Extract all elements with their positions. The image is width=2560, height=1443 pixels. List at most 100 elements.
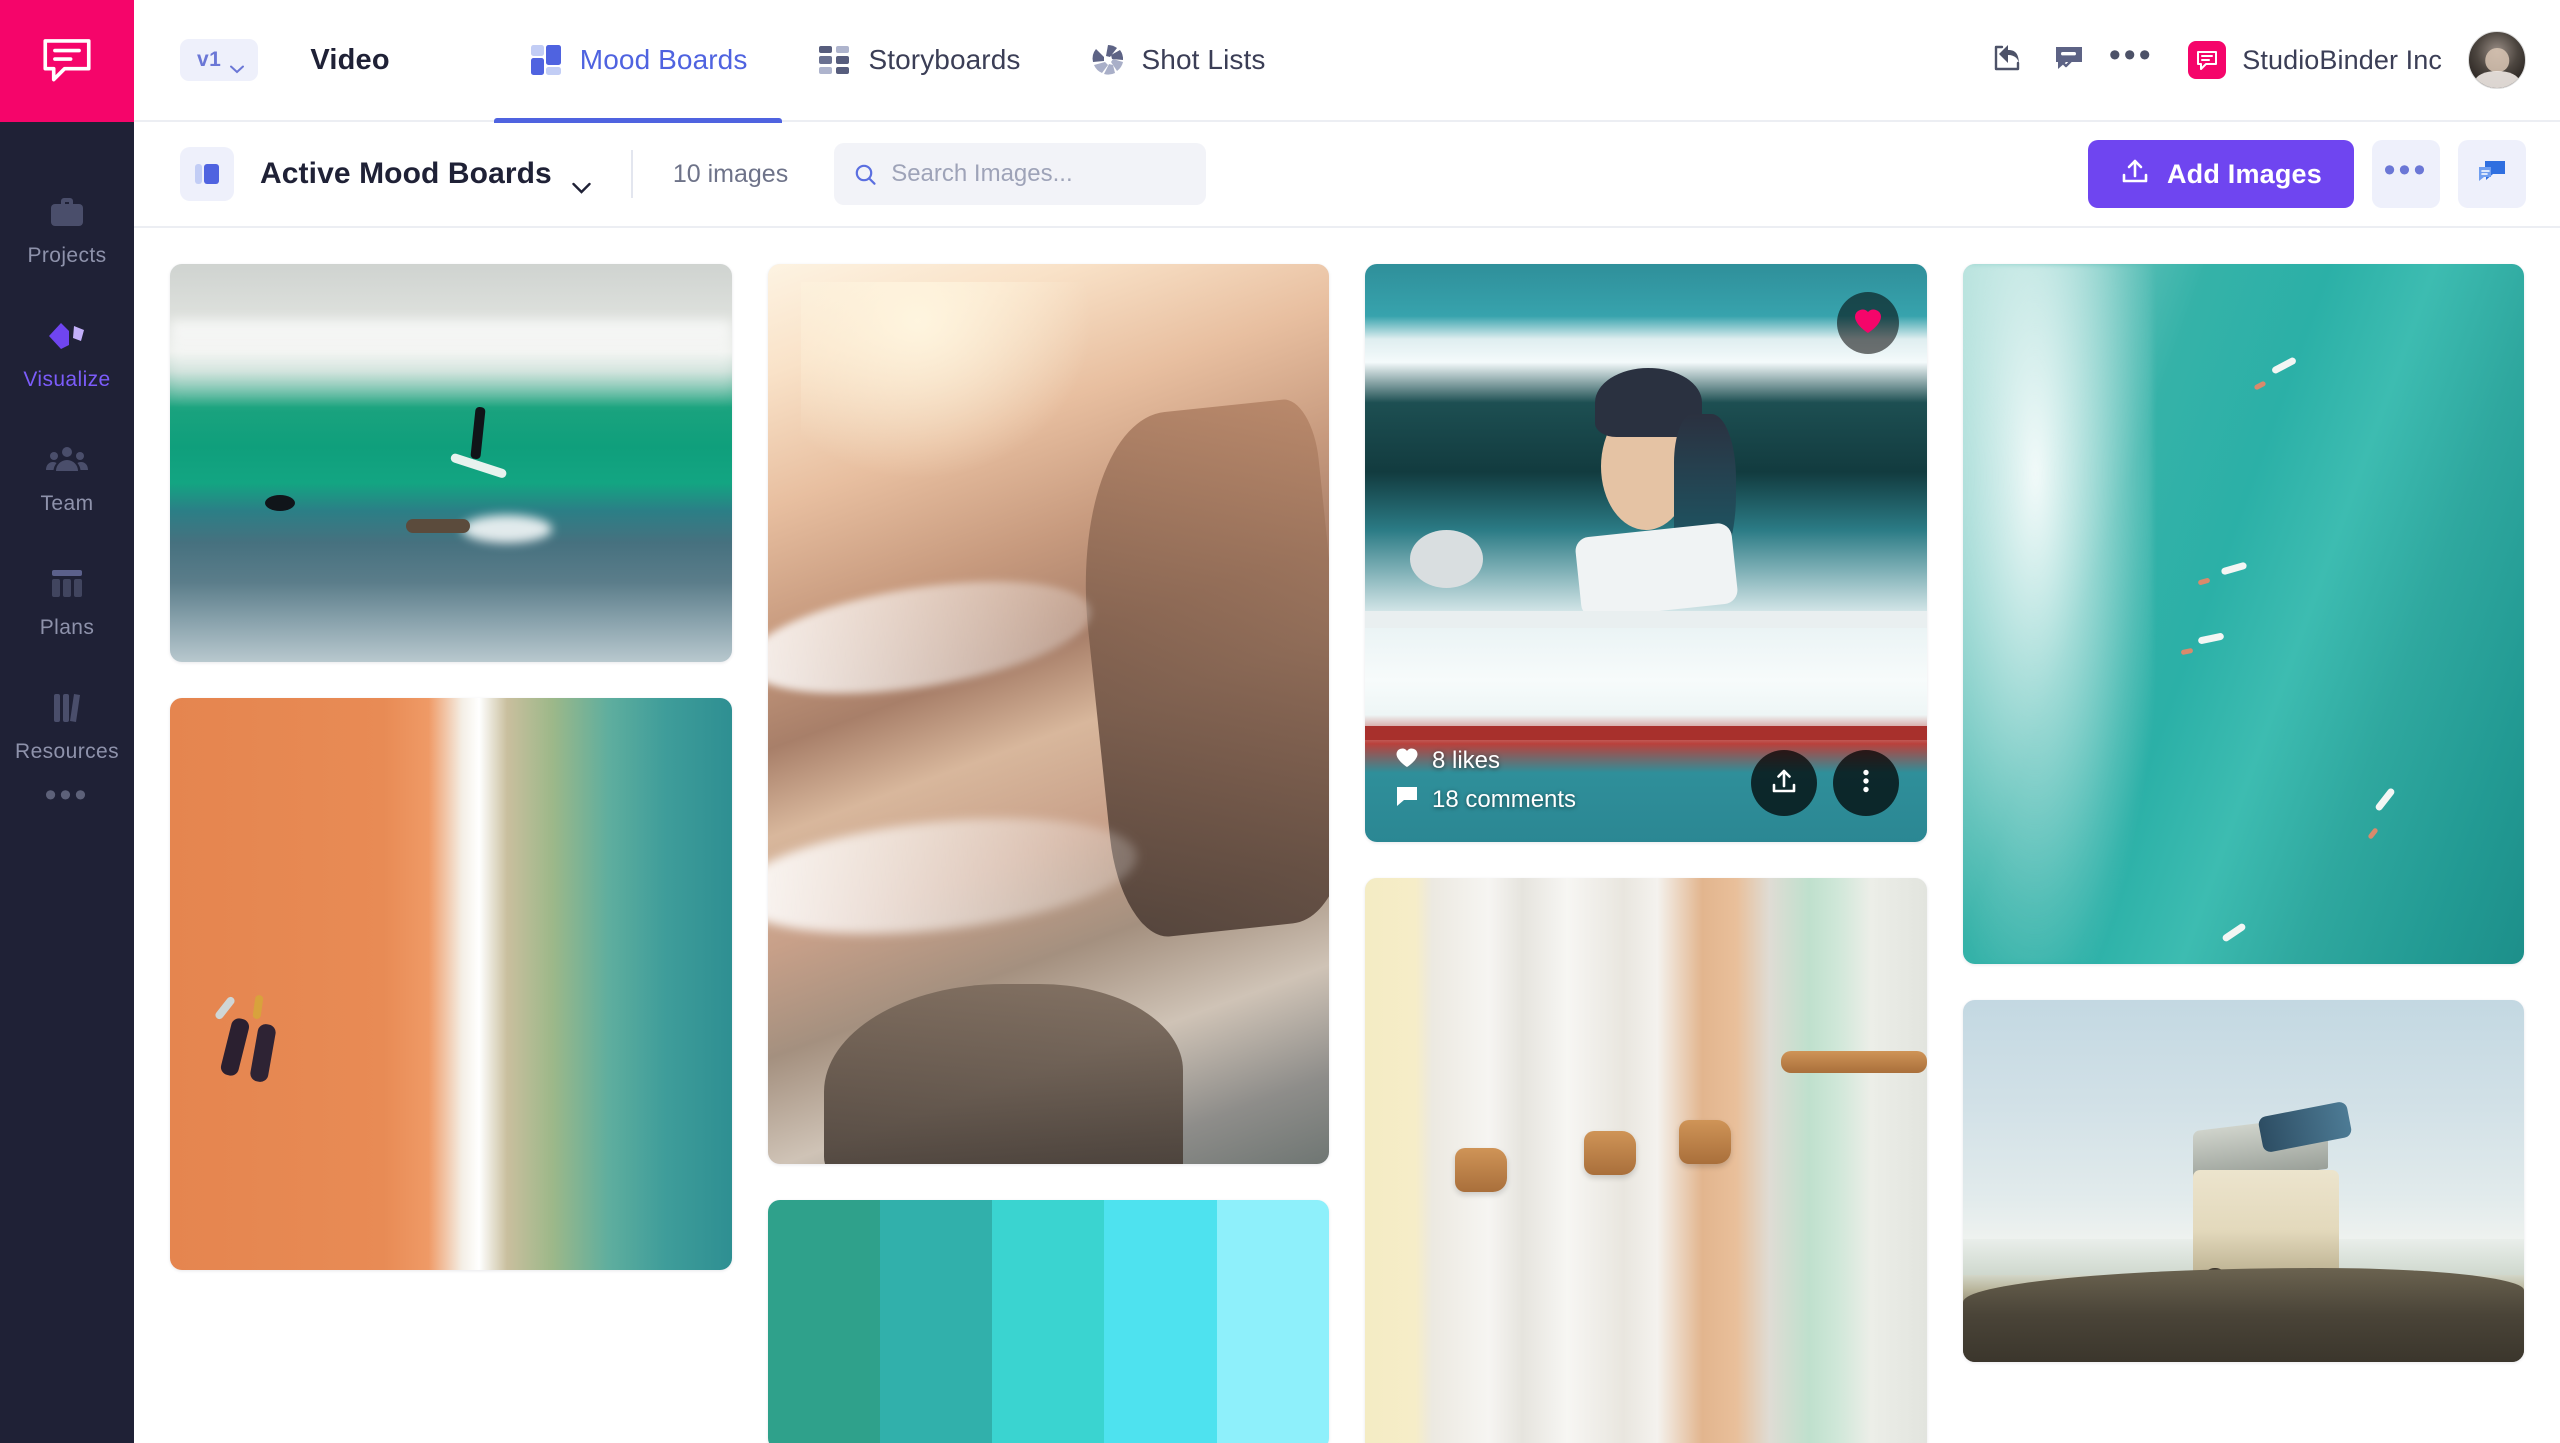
- tab-label: Mood Boards: [579, 44, 748, 75]
- share-icon: [1990, 41, 2024, 80]
- photo-surfboards-lineup: [1365, 878, 1927, 1443]
- image-card-sunset-cliff-coastline[interactable]: [767, 264, 1329, 1164]
- studiobinder-logo-icon: [2188, 41, 2227, 79]
- sidebar-item-label: Projects: [27, 244, 107, 267]
- left-sidebar: Projects Visualize Team Plans Resources …: [0, 0, 134, 1443]
- mood-boards-icon: [529, 43, 563, 77]
- comments-stat: 18 comments: [1395, 785, 1576, 814]
- page-title: Video: [310, 43, 390, 76]
- comments-button[interactable]: [2038, 29, 2100, 91]
- grid-column: [170, 264, 732, 1270]
- columns-icon: [47, 564, 87, 604]
- avatar[interactable]: [2468, 31, 2526, 89]
- board-layout-icon[interactable]: [180, 147, 234, 201]
- board-selector[interactable]: Active Mood Boards: [260, 157, 591, 194]
- sidebar-item-label: Plans: [39, 616, 95, 639]
- image-card-aerial-beach-surfers[interactable]: [170, 698, 732, 1270]
- palette-swatch-5: [1216, 1200, 1329, 1443]
- share-image-button[interactable]: [1750, 750, 1817, 816]
- sidebar-item-label: Team: [40, 492, 94, 515]
- upload-icon: [2120, 156, 2150, 193]
- sidebar-more-button[interactable]: •••: [45, 740, 90, 814]
- app-logo[interactable]: [0, 0, 134, 122]
- likes-label: 8 likes: [1432, 746, 1501, 774]
- board-toolbar-actions: Add Images •••: [2087, 140, 2526, 208]
- photo-teal-color-palette: [767, 1200, 1330, 1443]
- comment-small-icon: [1395, 785, 1419, 814]
- heart-small-icon: [1395, 746, 1419, 775]
- board-more-button[interactable]: •••: [2372, 140, 2440, 208]
- people-icon: [46, 440, 88, 480]
- grid-column: [1962, 264, 2524, 1362]
- comments-icon: [2475, 156, 2509, 193]
- board-toolbar: Active Mood Boards 10 images Search Imag…: [134, 122, 2560, 228]
- photo-camper-van-coast: [1962, 1000, 2524, 1362]
- like-button[interactable]: [1836, 292, 1899, 354]
- image-stats: 8 likes 18 comments: [1395, 746, 1576, 814]
- search-images-field[interactable]: [834, 143, 1207, 205]
- chevron-down-icon: [572, 168, 591, 194]
- top-bar-actions: ••• StudioBinder Inc: [1976, 29, 2526, 91]
- heart-icon: [1852, 305, 1884, 342]
- add-images-label: Add Images: [2166, 158, 2322, 189]
- tab-label: Shot Lists: [1141, 44, 1266, 75]
- image-card-teal-color-palette[interactable]: [767, 1200, 1330, 1443]
- photo-aerial-turquoise-surfers: [1962, 264, 2524, 964]
- top-more-button[interactable]: •••: [2100, 29, 2162, 91]
- palette-swatch-4: [1104, 1200, 1217, 1443]
- image-card-woman-in-vintage-truck[interactable]: 8 likes 18 comments: [1365, 264, 1927, 842]
- version-selector[interactable]: v1: [180, 39, 259, 81]
- toolbar-divider: [630, 150, 633, 198]
- chevron-down-icon: [230, 56, 245, 73]
- add-images-button[interactable]: Add Images: [2087, 140, 2354, 208]
- photo-surfer-barrel-wave: [170, 264, 732, 662]
- image-card-aerial-turquoise-surfers[interactable]: [1962, 264, 2524, 964]
- organization-selector[interactable]: StudioBinder Inc: [2188, 41, 2442, 79]
- version-label: v1: [197, 48, 222, 71]
- photo-aerial-beach-surfers: [170, 698, 732, 1270]
- share-button[interactable]: [1976, 29, 2038, 91]
- sidebar-item-projects[interactable]: Projects: [0, 170, 134, 294]
- app-root: Projects Visualize Team Plans Resources …: [0, 0, 2560, 1443]
- search-icon: [854, 163, 877, 186]
- books-icon: [48, 688, 86, 728]
- grid-column: 8 likes 18 comments: [1365, 264, 1927, 1443]
- board-title-label: Active Mood Boards: [260, 157, 552, 190]
- top-bar: v1 Video Mood Boards Storyboards Shot Li…: [134, 0, 2560, 123]
- tab-mood-boards[interactable]: Mood Boards: [493, 0, 783, 123]
- image-card-surfer-barrel-wave[interactable]: [170, 264, 732, 662]
- image-more-button[interactable]: [1832, 750, 1899, 816]
- tab-storyboards[interactable]: Storyboards: [782, 0, 1055, 121]
- tab-label: Storyboards: [868, 44, 1021, 75]
- more-horizontal-icon: •••: [2108, 36, 2154, 74]
- sidebar-item-plans[interactable]: Plans: [0, 542, 134, 666]
- sidebar-item-visualize[interactable]: Visualize: [0, 294, 134, 418]
- sidebar-item-label: Visualize: [23, 368, 111, 391]
- mood-board-grid: 8 likes 18 comments: [134, 228, 2560, 1443]
- section-tabs: Mood Boards Storyboards Shot Lists: [493, 0, 1301, 123]
- organization-name: StudioBinder Inc: [2242, 44, 2442, 75]
- photo-sunset-cliff-coastline: [767, 264, 1329, 1164]
- sidebar-item-team[interactable]: Team: [0, 418, 134, 542]
- more-vertical-icon: [1851, 766, 1881, 801]
- more-horizontal-icon: •••: [2383, 150, 2429, 189]
- palette-swatch-2: [879, 1200, 993, 1443]
- comments-label: 18 comments: [1432, 785, 1577, 813]
- image-card-surfboards-lineup[interactable]: [1365, 878, 1927, 1443]
- palette-swatch-1: [767, 1200, 880, 1443]
- storyboards-icon: [817, 43, 851, 77]
- tab-shot-lists[interactable]: Shot Lists: [1056, 0, 1301, 121]
- shot-lists-icon: [1091, 43, 1125, 77]
- main-area: v1 Video Mood Boards Storyboards Shot Li…: [134, 0, 2560, 1443]
- search-input[interactable]: [891, 160, 1187, 188]
- diamonds-icon: [45, 316, 89, 356]
- image-card-actions: [1750, 750, 1899, 816]
- image-card-camper-van-coast[interactable]: [1962, 1000, 2524, 1362]
- share-up-icon: [1769, 766, 1799, 801]
- comment-check-icon: [2052, 41, 2086, 80]
- likes-stat: 8 likes: [1395, 746, 1576, 775]
- image-count-label: 10 images: [672, 159, 789, 188]
- board-comments-button[interactable]: [2458, 140, 2526, 208]
- grid-column: [767, 264, 1330, 1443]
- briefcase-icon: [47, 192, 87, 232]
